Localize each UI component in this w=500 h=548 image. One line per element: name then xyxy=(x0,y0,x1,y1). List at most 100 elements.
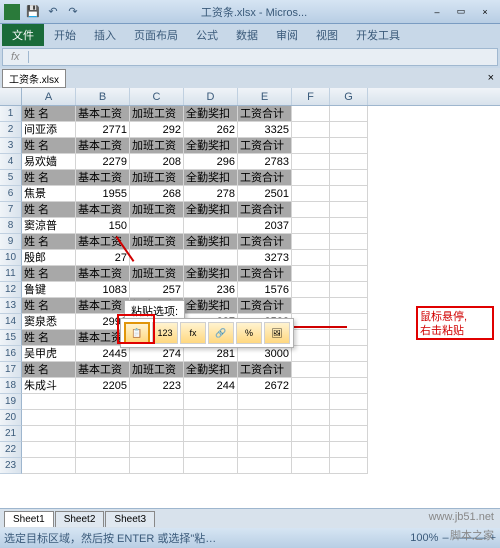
row-header[interactable]: 16 xyxy=(0,346,22,362)
cell[interactable] xyxy=(292,442,330,458)
table-row[interactable]: 19 xyxy=(0,394,500,410)
cell[interactable] xyxy=(130,442,184,458)
tab-review[interactable]: 审阅 xyxy=(268,24,306,46)
cell[interactable] xyxy=(330,170,368,186)
cell[interactable]: 朱成斗 xyxy=(22,378,76,394)
row-header[interactable]: 4 xyxy=(0,154,22,170)
cell[interactable] xyxy=(292,362,330,378)
workbook-close-icon[interactable]: × xyxy=(484,72,498,84)
tab-home[interactable]: 开始 xyxy=(46,24,84,46)
cell[interactable] xyxy=(330,282,368,298)
table-row[interactable]: 4易欢嫱22792082962783 xyxy=(0,154,500,170)
cell[interactable]: 基本工资 xyxy=(76,202,130,218)
cell[interactable]: 278 xyxy=(184,186,238,202)
paste-link-button[interactable]: 🔗 xyxy=(208,322,234,344)
cell[interactable]: 基本工资 xyxy=(76,266,130,282)
col-header-d[interactable]: D xyxy=(184,88,238,105)
cell[interactable] xyxy=(330,394,368,410)
restore-button[interactable]: ▭ xyxy=(450,4,472,20)
cell[interactable]: 2501 xyxy=(238,186,292,202)
col-header-f[interactable]: F xyxy=(292,88,330,105)
tab-data[interactable]: 数据 xyxy=(228,24,266,46)
cell[interactable] xyxy=(330,266,368,282)
cell[interactable]: 加班工资 xyxy=(130,138,184,154)
table-row[interactable]: 6焦景19552682782501 xyxy=(0,186,500,202)
tab-formula[interactable]: 公式 xyxy=(188,24,226,46)
cell[interactable] xyxy=(238,458,292,474)
cell[interactable] xyxy=(130,458,184,474)
cell[interactable] xyxy=(184,410,238,426)
cell[interactable]: 加班工资 xyxy=(130,170,184,186)
row-header[interactable]: 22 xyxy=(0,442,22,458)
cell[interactable] xyxy=(292,202,330,218)
cell[interactable]: 基本工资 xyxy=(76,106,130,122)
cell[interactable] xyxy=(292,138,330,154)
cell[interactable]: 鲁键 xyxy=(22,282,76,298)
cell[interactable] xyxy=(292,154,330,170)
cell[interactable] xyxy=(330,250,368,266)
cell[interactable] xyxy=(330,202,368,218)
table-row[interactable]: 23 xyxy=(0,458,500,474)
cell[interactable] xyxy=(330,330,368,346)
table-row[interactable]: 5姓 名基本工资加班工资全勤奖扣工资合计 xyxy=(0,170,500,186)
cell[interactable]: 1955 xyxy=(76,186,130,202)
row-header[interactable]: 10 xyxy=(0,250,22,266)
cell[interactable] xyxy=(330,298,368,314)
cell[interactable]: 基本工资 xyxy=(76,170,130,186)
file-tab[interactable]: 文件 xyxy=(2,24,44,46)
cell[interactable] xyxy=(292,106,330,122)
cell[interactable] xyxy=(22,394,76,410)
cell[interactable]: 基本工资 xyxy=(76,362,130,378)
cell[interactable] xyxy=(292,170,330,186)
row-header[interactable]: 8 xyxy=(0,218,22,234)
cell[interactable]: 2037 xyxy=(238,218,292,234)
tab-dev[interactable]: 开发工具 xyxy=(348,24,408,46)
row-header[interactable]: 21 xyxy=(0,426,22,442)
cell[interactable] xyxy=(292,122,330,138)
cell[interactable]: 268 xyxy=(130,186,184,202)
cell[interactable] xyxy=(330,362,368,378)
row-header[interactable]: 15 xyxy=(0,330,22,346)
row-header[interactable]: 19 xyxy=(0,394,22,410)
cell[interactable] xyxy=(292,458,330,474)
col-header-c[interactable]: C xyxy=(130,88,184,105)
table-row[interactable]: 10殷郎273273 xyxy=(0,250,500,266)
cell[interactable] xyxy=(330,122,368,138)
cell[interactable]: 殷郎 xyxy=(22,250,76,266)
cell[interactable]: 全勤奖扣 xyxy=(184,202,238,218)
cell[interactable] xyxy=(330,442,368,458)
table-row[interactable]: 1姓 名基本工资加班工资全勤奖扣工资合计 xyxy=(0,106,500,122)
cell[interactable] xyxy=(22,442,76,458)
cell[interactable] xyxy=(330,218,368,234)
cell[interactable]: 窦涼普 xyxy=(22,218,76,234)
row-header[interactable]: 13 xyxy=(0,298,22,314)
row-header[interactable]: 3 xyxy=(0,138,22,154)
cell[interactable]: 1576 xyxy=(238,282,292,298)
cell[interactable]: 姓 名 xyxy=(22,266,76,282)
cell[interactable] xyxy=(292,346,330,362)
cell[interactable]: 全勤奖扣 xyxy=(184,298,238,314)
cell[interactable]: 加班工资 xyxy=(130,202,184,218)
table-row[interactable]: 11姓 名基本工资加班工资全勤奖扣工资合计 xyxy=(0,266,500,282)
select-all-corner[interactable] xyxy=(0,88,22,105)
cell[interactable] xyxy=(292,378,330,394)
cell[interactable] xyxy=(76,458,130,474)
cell[interactable]: 2783 xyxy=(238,154,292,170)
cell[interactable]: 3000 xyxy=(238,346,292,362)
cell[interactable] xyxy=(330,378,368,394)
cell[interactable] xyxy=(330,410,368,426)
row-header[interactable]: 23 xyxy=(0,458,22,474)
cell[interactable]: 工资合计 xyxy=(238,362,292,378)
cell[interactable] xyxy=(184,426,238,442)
cell[interactable]: 姓 名 xyxy=(22,362,76,378)
cell[interactable] xyxy=(238,426,292,442)
cell[interactable]: 全勤奖扣 xyxy=(184,266,238,282)
cell[interactable]: 223 xyxy=(130,378,184,394)
cell[interactable]: 全勤奖扣 xyxy=(184,138,238,154)
cell[interactable]: 2445 xyxy=(76,346,130,362)
undo-icon[interactable]: ↶ xyxy=(44,3,62,21)
tab-view[interactable]: 视图 xyxy=(308,24,346,46)
cell[interactable] xyxy=(184,458,238,474)
cell[interactable] xyxy=(292,234,330,250)
cell[interactable] xyxy=(330,154,368,170)
